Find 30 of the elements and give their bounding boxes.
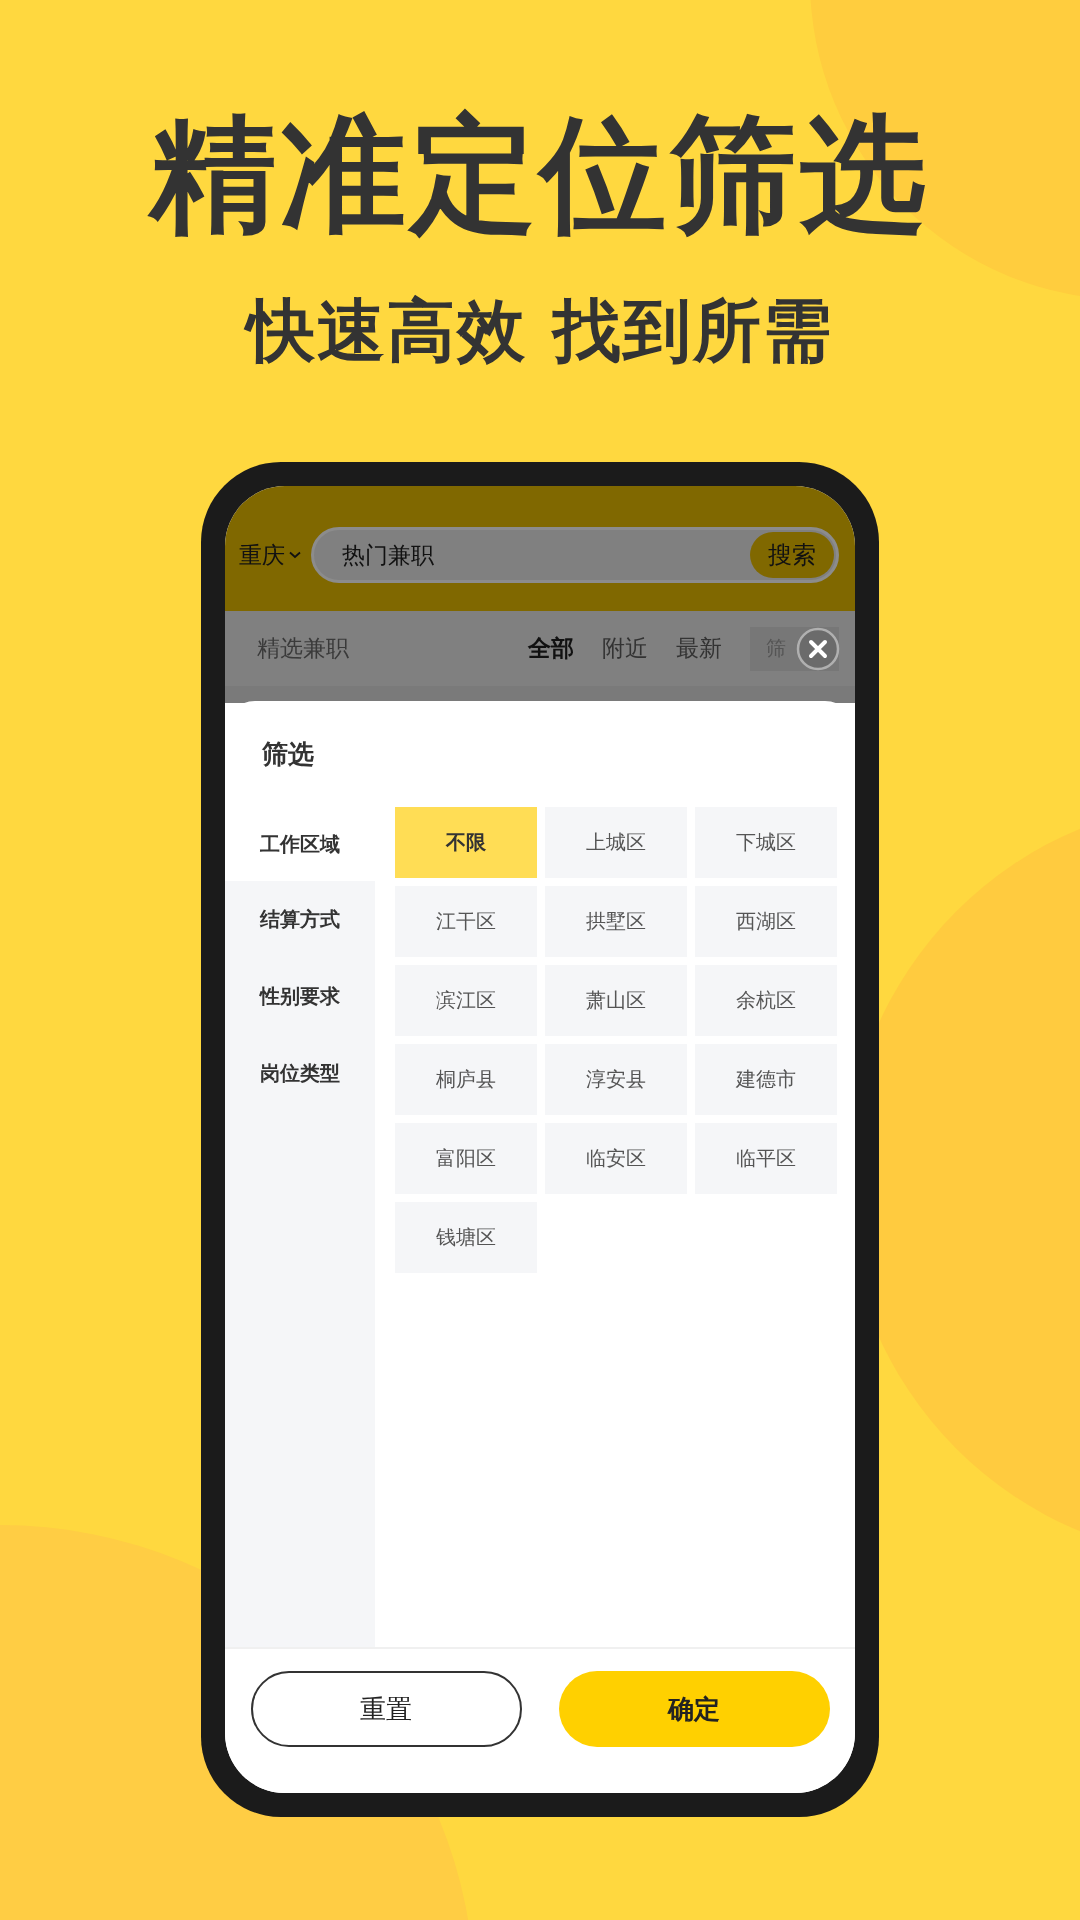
confirm-button[interactable]: 确定 [558, 1671, 830, 1747]
category-item[interactable]: 工作区域 [224, 807, 375, 881]
option-chip[interactable]: 富阳区 [394, 1123, 537, 1194]
close-icon[interactable] [795, 627, 840, 671]
reset-button[interactable]: 重置 [250, 1671, 522, 1747]
option-chip[interactable]: 钱塘区 [394, 1202, 537, 1273]
option-chip[interactable]: 下城区 [694, 807, 837, 878]
option-chip[interactable]: 淳安县 [544, 1044, 687, 1115]
category-item[interactable]: 结算方式 [224, 881, 375, 958]
option-chip[interactable]: 桐庐县 [394, 1044, 537, 1115]
search-field[interactable]: 热门兼职 搜索 [310, 527, 839, 583]
option-chip[interactable]: 余杭区 [694, 965, 837, 1036]
section-title: 精选兼职 [256, 634, 350, 663]
option-chip[interactable]: 拱墅区 [544, 886, 687, 957]
sheet-title: 筛选 [260, 737, 315, 771]
option-chip[interactable]: 萧山区 [544, 965, 687, 1036]
option-chip[interactable]: 不限 [394, 807, 537, 878]
option-chip[interactable]: 西湖区 [694, 886, 837, 957]
option-chip[interactable]: 江干区 [394, 886, 537, 957]
option-chip[interactable]: 建德市 [694, 1044, 837, 1115]
search-button[interactable]: 搜索 [749, 532, 834, 578]
option-chip[interactable]: 临平区 [694, 1123, 837, 1194]
category-item[interactable]: 岗位类型 [224, 1035, 375, 1112]
option-chip[interactable]: 临安区 [544, 1123, 687, 1194]
tab[interactable]: 全部 [527, 633, 574, 664]
category-item[interactable]: 性别要求 [224, 958, 375, 1035]
option-chip[interactable]: 滨江区 [394, 965, 537, 1036]
city-selector[interactable]: 重庆 [238, 527, 301, 583]
chevron-down-icon [288, 551, 301, 559]
option-chip[interactable]: 上城区 [544, 807, 687, 878]
